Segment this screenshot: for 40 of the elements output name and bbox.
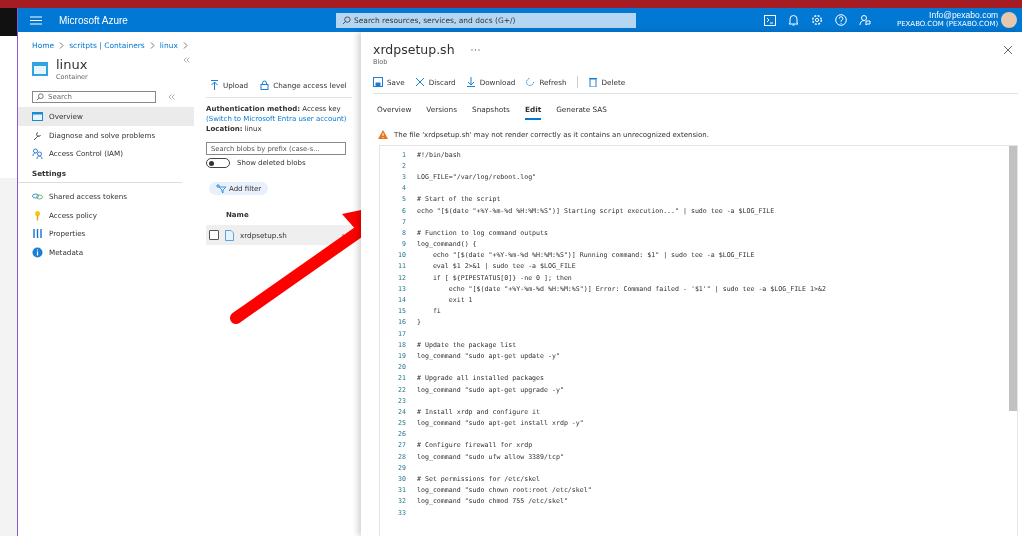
refresh-icon <box>525 77 536 87</box>
overview-icon <box>32 110 43 122</box>
blob-title: xrdpsetup.sh <box>373 42 455 58</box>
bars-icon <box>32 228 43 240</box>
container-icon <box>32 62 48 76</box>
close-icon[interactable] <box>1004 46 1012 54</box>
search-icon <box>36 93 44 101</box>
collapse-icon[interactable] <box>168 94 175 100</box>
brand-name[interactable]: Microsoft Azure <box>59 14 128 26</box>
chevron-icon <box>149 41 155 49</box>
info-icon <box>32 246 43 258</box>
settings-icon[interactable] <box>810 14 823 26</box>
scrollbar[interactable] <box>1009 146 1017 411</box>
upload-icon <box>210 80 219 90</box>
chevron-icon <box>59 41 65 49</box>
file-icon <box>225 229 234 241</box>
people-icon <box>32 148 43 160</box>
collapse-icon[interactable] <box>183 57 190 63</box>
search-icon <box>341 15 351 25</box>
link-icon <box>32 190 43 202</box>
chevron-icon <box>182 41 188 49</box>
notification-icon[interactable] <box>787 14 799 26</box>
save-icon <box>373 77 383 87</box>
checkbox[interactable] <box>209 230 219 240</box>
menu-icon[interactable] <box>30 15 42 25</box>
key-icon <box>32 209 43 221</box>
delete-icon <box>587 77 598 87</box>
warning-icon <box>378 130 388 139</box>
filter-icon <box>216 184 226 193</box>
container-title: linux <box>56 57 88 73</box>
wrench-icon <box>32 129 43 141</box>
download-icon <box>465 77 476 87</box>
feedback-icon[interactable] <box>858 14 871 26</box>
avatar[interactable] <box>1001 12 1018 28</box>
code-editor[interactable] <box>379 145 1018 536</box>
help-icon[interactable] <box>834 14 847 26</box>
lock-icon <box>260 80 270 90</box>
discard-icon <box>414 77 425 87</box>
account-email[interactable]: Info@pexabo.com <box>929 11 999 21</box>
terminal-icon[interactable] <box>763 14 776 26</box>
